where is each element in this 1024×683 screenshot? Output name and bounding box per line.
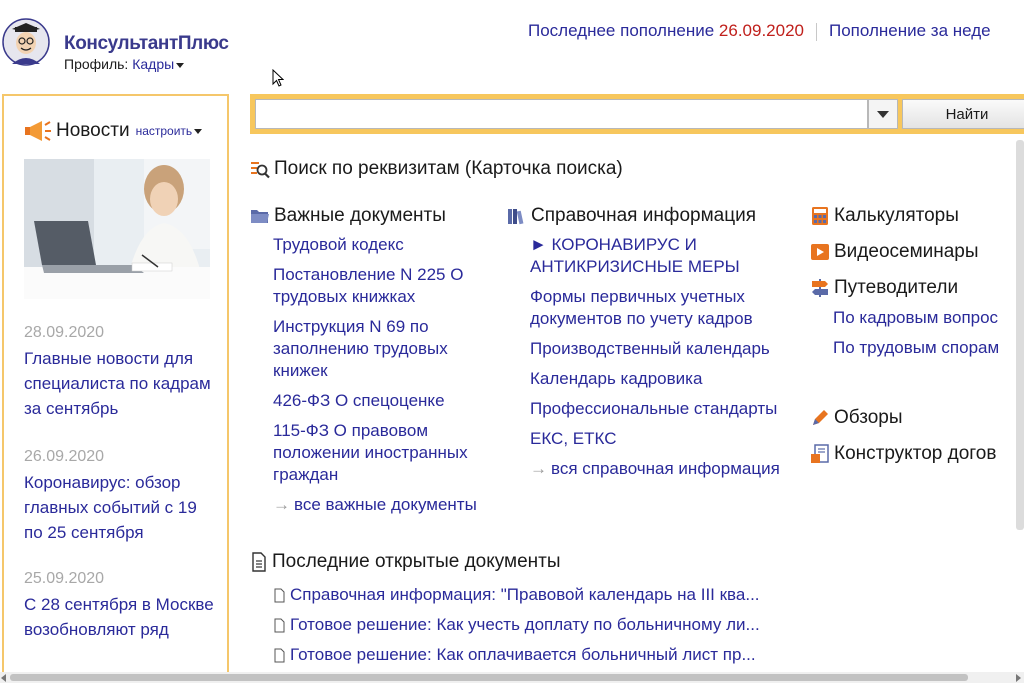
news-configure-label[interactable]: настроить (136, 124, 193, 138)
reference-link[interactable]: Профессиональные стандарты (530, 398, 795, 420)
doc-link[interactable]: Постановление N 225 О трудовых книжках (273, 264, 498, 308)
news-link[interactable]: Коронавирус: обзор главных событий с 19 … (24, 470, 214, 545)
news-configure-link[interactable]: настроить (136, 124, 203, 138)
calculators-link[interactable]: Калькуляторы (810, 205, 959, 227)
news-date: 26.09.2020 (24, 448, 105, 465)
mouse-cursor-icon (272, 69, 284, 87)
scrollbar-thumb[interactable] (10, 674, 968, 681)
horizontal-scrollbar[interactable] (0, 672, 1024, 683)
search-button[interactable]: Найти (902, 99, 1024, 129)
important-docs-list: Трудовой кодекс Постановление N 225 О тр… (273, 234, 498, 516)
reviews-link[interactable]: Обзоры (810, 407, 903, 429)
folder-icon (251, 210, 269, 223)
last-update-label[interactable]: Последнее пополнение (528, 21, 714, 40)
news-title: Новости (56, 120, 130, 141)
news-item[interactable]: 28.09.2020 Главные новости для специалис… (24, 324, 214, 421)
arrow-right-icon: → (273, 495, 290, 514)
recent-docs-title[interactable]: Последние открытые документы (272, 551, 561, 573)
books-icon (508, 209, 524, 225)
recent-docs-heading[interactable]: Последние открытые документы (250, 551, 561, 573)
all-reference-info-link[interactable]: → вся справочная информация (530, 458, 795, 480)
chevron-down-icon[interactable] (877, 110, 889, 118)
profile-value[interactable]: Кадры (132, 56, 174, 72)
last-update-date[interactable]: 26.09.2020 (719, 21, 804, 40)
last-update-link[interactable]: Последнее пополнение 26.09.2020 (528, 21, 804, 40)
reference-link[interactable]: ЕКС, ЕТКС (530, 428, 795, 450)
guide-link[interactable]: По трудовым спорам (833, 337, 999, 359)
calculator-icon (812, 207, 828, 225)
reference-info-heading[interactable]: Справочная информация (507, 205, 756, 227)
document-icon (252, 552, 266, 572)
doc-link[interactable]: Инструкция N 69 по заполнению трудовых к… (273, 316, 498, 382)
video-icon (811, 244, 829, 260)
news-link[interactable]: Главные новости для специалиста по кадра… (24, 346, 214, 421)
news-item[interactable]: 25.09.2020 С 28 сентября в Москве возобн… (24, 570, 214, 642)
card-search-link[interactable]: Поиск по реквизитам (Карточка поиска) (250, 158, 623, 180)
guides-heading[interactable]: Путеводители (810, 277, 958, 299)
reference-link[interactable]: Формы первичных учетных документов по уч… (530, 286, 795, 330)
profile-selector[interactable]: Профиль: Кадры (64, 56, 185, 72)
video-seminars-link[interactable]: Видеосеминары (810, 241, 979, 263)
news-item[interactable]: 26.09.2020 Коронавирус: обзор главных со… (24, 448, 214, 545)
document-icon (274, 588, 285, 602)
profile-label: Профиль: (64, 56, 129, 72)
search-bar: Найти (250, 94, 1024, 134)
all-important-docs-label[interactable]: все важные документы (294, 494, 477, 516)
guide-link[interactable]: По кадровым вопрос (833, 307, 999, 329)
recent-doc-label[interactable]: Справочная информация: "Правовой календа… (290, 585, 760, 605)
recent-doc-label[interactable]: Готовое решение: Как оплачивается больни… (290, 645, 756, 665)
recent-doc-link[interactable]: Справочная информация: "Правовой календа… (273, 580, 760, 610)
scroll-left-icon[interactable] (1, 674, 6, 682)
megaphone-icon (25, 121, 51, 141)
recent-docs-list: Справочная информация: "Правовой календа… (273, 580, 760, 670)
brand-name: КонсультантПлюс (64, 33, 229, 54)
search-input[interactable] (255, 99, 868, 129)
all-reference-info-label[interactable]: вся справочная информация (551, 458, 780, 480)
news-header: Новости настроить (24, 120, 203, 142)
document-icon (274, 618, 285, 632)
doc-link[interactable]: 426-ФЗ О спецоценке (273, 390, 498, 412)
document-icon (274, 648, 285, 662)
pen-icon (813, 410, 828, 425)
guides-list: По кадровым вопрос По трудовым спорам (833, 307, 999, 367)
recent-doc-label[interactable]: Готовое решение: Как учесть доплату по б… (290, 615, 760, 635)
news-photo[interactable] (24, 159, 210, 299)
reference-link[interactable]: ► КОРОНАВИРУС И АНТИКРИЗИСНЫЕ МЕРЫ (530, 234, 795, 278)
recent-doc-link[interactable]: Готовое решение: Как оплачивается больни… (273, 640, 760, 670)
document-builder-icon (811, 444, 829, 463)
search-history-dropdown[interactable] (868, 99, 898, 129)
vertical-scrollbar[interactable] (1016, 140, 1024, 530)
card-search-title[interactable]: Поиск по реквизитам (Карточка поиска) (274, 158, 623, 180)
divider (816, 22, 817, 41)
reference-info-list: ► КОРОНАВИРУС И АНТИКРИЗИСНЫЕ МЕРЫ Формы… (530, 234, 795, 480)
chevron-down-icon[interactable] (194, 129, 203, 135)
all-important-docs-link[interactable]: → все важные документы (273, 494, 498, 516)
important-docs-heading[interactable]: Важные документы (250, 205, 446, 227)
important-docs-title[interactable]: Важные документы (274, 205, 446, 227)
signpost-icon (812, 279, 828, 297)
scroll-right-icon[interactable] (1016, 674, 1021, 682)
chevron-down-icon[interactable] (176, 62, 185, 68)
recent-doc-link[interactable]: Готовое решение: Как учесть доплату по б… (273, 610, 760, 640)
week-update-link[interactable]: Пополнение за неде (829, 21, 991, 40)
contract-builder-link[interactable]: Конструктор догов (810, 443, 996, 465)
guides-title[interactable]: Путеводители (834, 277, 958, 299)
reviews-title[interactable]: Обзоры (834, 407, 903, 429)
news-date: 28.09.2020 (24, 324, 105, 341)
news-link[interactable]: С 28 сентября в Москве возобновляют ряд (24, 592, 214, 642)
news-sidebar: Новости настроить 28.09.2020 Главные нов… (2, 94, 229, 679)
arrow-right-icon: → (530, 459, 547, 478)
search-card-icon (251, 162, 270, 179)
doc-link[interactable]: Трудовой кодекс (273, 234, 498, 256)
reference-info-title[interactable]: Справочная информация (531, 205, 756, 227)
video-seminars-title[interactable]: Видеосеминары (834, 241, 979, 263)
reference-link[interactable]: Календарь кадровика (530, 368, 795, 390)
news-date: 25.09.2020 (24, 570, 105, 587)
doc-link[interactable]: 115-ФЗ О правовом положении иностранных … (273, 420, 498, 486)
calculators-title[interactable]: Калькуляторы (834, 205, 959, 227)
contract-builder-title[interactable]: Конструктор догов (834, 443, 996, 465)
updates-bar: Последнее пополнение 26.09.2020 Пополнени… (528, 21, 991, 41)
reference-link[interactable]: Производственный календарь (530, 338, 795, 360)
consultant-logo-icon (2, 18, 50, 66)
